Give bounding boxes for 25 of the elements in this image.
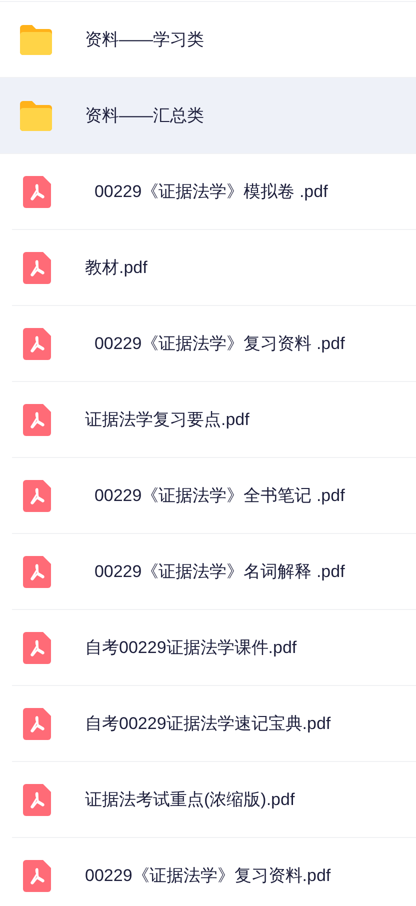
pdf-file-icon [23, 328, 51, 360]
file-name: 教材.pdf [85, 257, 148, 279]
folder-icon [18, 24, 54, 56]
folder-icon [18, 100, 54, 132]
file-name: 资料——汇总类 [85, 105, 204, 127]
pdf-file-icon [23, 784, 51, 816]
file-name: 资料——学习类 [85, 29, 204, 51]
pdf-file-icon [23, 404, 51, 436]
pdf-file-icon [23, 708, 51, 740]
file-row[interactable]: 资料——汇总类 [0, 78, 416, 154]
file-name: 自考00229证据法学速记宝典.pdf [85, 713, 331, 735]
pdf-file-icon [23, 176, 51, 208]
file-name: 自考00229证据法学课件.pdf [85, 637, 297, 659]
pdf-file-icon [23, 860, 51, 892]
file-name: 00229《证据法学》复习资料 .pdf [93, 333, 345, 355]
pdf-file-icon [23, 252, 51, 284]
pdf-file-icon [23, 556, 51, 588]
file-name: 00229《证据法学》全书笔记 .pdf [93, 485, 345, 507]
pdf-file-icon [23, 480, 51, 512]
file-name: 00229《证据法学》名词解释 .pdf [93, 561, 345, 583]
file-name: 证据法学复习要点.pdf [85, 409, 250, 431]
file-name: 00229《证据法学》复习资料.pdf [85, 865, 331, 887]
pdf-file-icon [23, 632, 51, 664]
file-name: 00229《证据法学》模拟卷 .pdf [93, 181, 328, 203]
file-name: 证据法考试重点(浓缩版).pdf [85, 789, 295, 811]
